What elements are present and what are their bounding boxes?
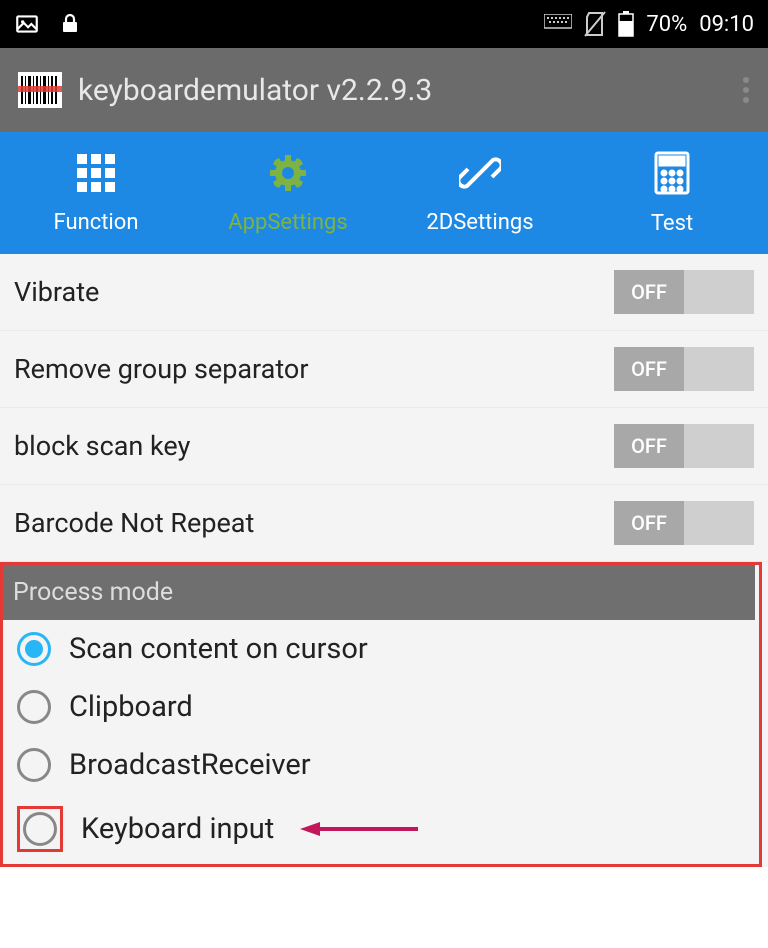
setting-block-scan-key: block scan key OFF [0,408,768,485]
toggle-state: OFF [614,270,684,314]
lock-icon [58,12,82,36]
radio-keyboard-input[interactable]: Keyboard input [3,794,755,864]
tab-bar: Function AppSettings 2DSettings Test [0,132,768,254]
radio-icon [17,748,51,782]
tab-function[interactable]: Function [0,132,192,254]
radio-label: Scan content on cursor [69,632,368,666]
no-sim-icon [584,11,606,37]
toggle-state: OFF [614,347,684,391]
tab-2dsettings[interactable]: 2DSettings [384,132,576,254]
toggle-vibrate[interactable]: OFF [614,270,754,314]
link-icon [459,152,501,200]
battery-percent: 70% [646,12,687,37]
radio-label: BroadcastReceiver [69,748,311,782]
section-header-process-mode: Process mode [3,565,755,620]
radio-icon [17,690,51,724]
settings-list: Vibrate OFF Remove group separator OFF b… [0,254,768,867]
radio-icon [17,632,51,666]
tab-label: Function [54,210,139,235]
app-bar: keyboardemulator v2.2.9.3 [0,48,768,132]
calculator-icon [654,151,690,201]
setting-label: block scan key [14,430,190,462]
toggle-block-scan-key[interactable]: OFF [614,424,754,468]
setting-vibrate: Vibrate OFF [0,254,768,331]
annotation-radio-highlight [17,806,63,852]
setting-remove-group-separator: Remove group separator OFF [0,331,768,408]
setting-label: Remove group separator [14,353,308,385]
toggle-barcode-not-repeat[interactable]: OFF [614,501,754,545]
annotation-arrow-icon [300,819,420,839]
annotation-highlight-box: Process mode Scan content on cursor Clip… [0,562,762,867]
overflow-menu-icon[interactable] [742,76,750,104]
battery-icon [618,11,634,37]
clock-time: 09:10 [699,12,754,37]
grid-icon [75,152,117,200]
app-title: keyboardemulator v2.2.9.3 [78,73,432,108]
radio-clipboard[interactable]: Clipboard [3,678,755,736]
radio-icon [23,812,57,846]
barcode-icon [18,72,62,108]
tab-test[interactable]: Test [576,132,768,254]
toggle-state: OFF [614,424,684,468]
toggle-state: OFF [614,501,684,545]
setting-barcode-not-repeat: Barcode Not Repeat OFF [0,485,768,562]
image-icon [14,11,40,37]
radio-broadcastreceiver[interactable]: BroadcastReceiver [3,736,755,794]
radio-label: Clipboard [69,690,193,724]
tab-label: 2DSettings [426,210,533,235]
toggle-remove-group-separator[interactable]: OFF [614,347,754,391]
setting-label: Vibrate [14,276,99,308]
radio-label: Keyboard input [81,812,274,846]
tab-appsettings[interactable]: AppSettings [192,132,384,254]
tab-label: AppSettings [228,210,347,235]
radio-scan-content-on-cursor[interactable]: Scan content on cursor [3,620,755,678]
setting-label: Barcode Not Repeat [14,507,254,539]
keyboard-icon [544,14,572,34]
status-bar: 70% 09:10 [0,0,768,48]
tab-label: Test [651,211,693,236]
gear-icon [267,152,309,200]
